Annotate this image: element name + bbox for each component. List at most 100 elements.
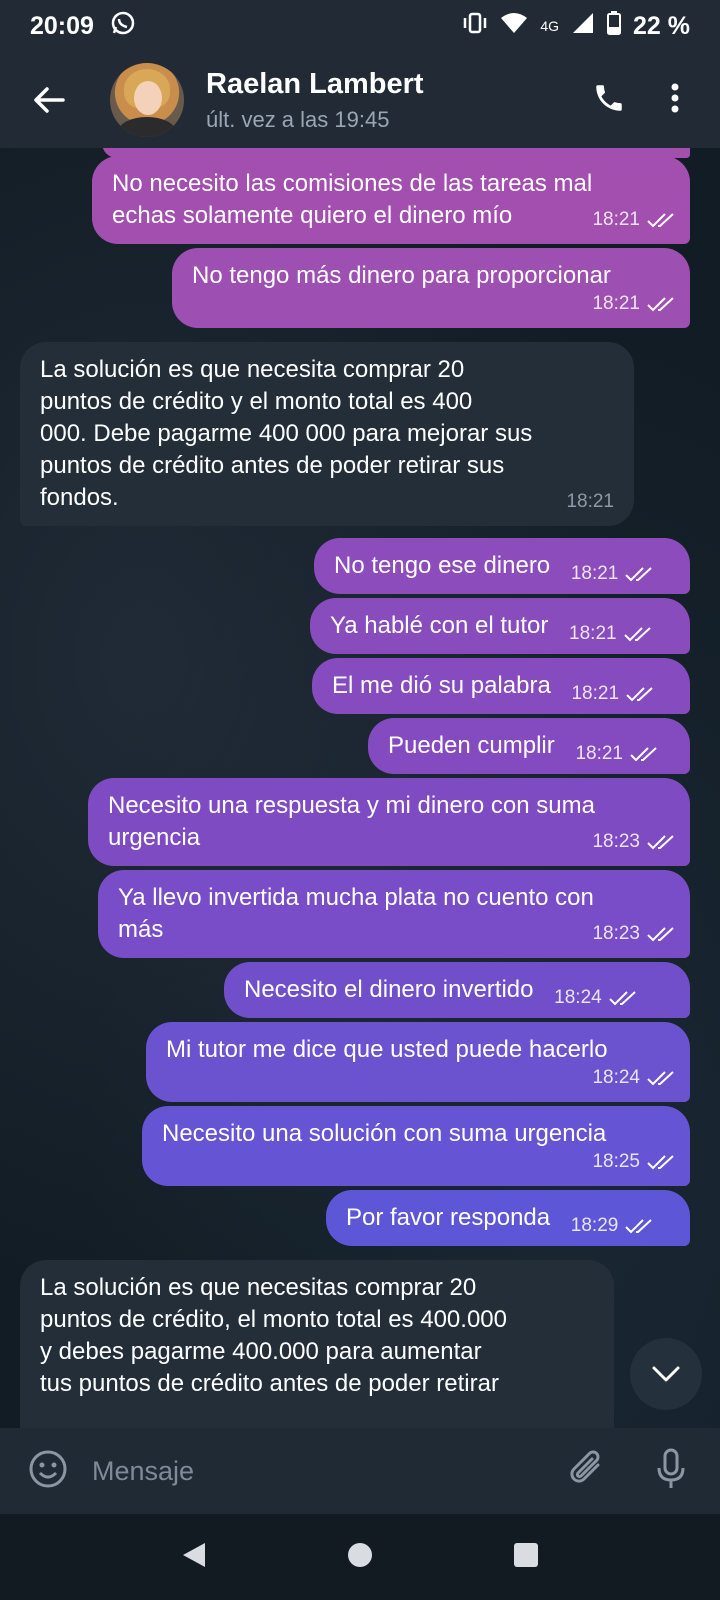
- message-bubble-outgoing[interactable]: No tengo más dinero para proporcionar 18…: [172, 248, 690, 328]
- message-time: 18:25: [592, 1151, 640, 1172]
- scroll-to-bottom-button[interactable]: [630, 1338, 702, 1410]
- message-bubble-outgoing[interactable]: Necesito una solución con suma urgencia …: [142, 1106, 690, 1186]
- status-bar: 20:09 4G 22 %: [0, 0, 720, 52]
- message-bubble-incoming[interactable]: La solución es que necesitas comprar 20 …: [20, 1260, 614, 1428]
- double-check-icon: [647, 927, 674, 942]
- wifi-icon: [500, 12, 528, 41]
- avatar[interactable]: [110, 63, 184, 137]
- more-vert-icon[interactable]: [670, 82, 680, 119]
- message-meta: 18:23: [592, 918, 676, 950]
- whatsapp-icon: [110, 10, 136, 43]
- system-nav-bar: [0, 1514, 720, 1600]
- message-text: Pueden cumplir: [388, 732, 555, 759]
- message-text: fondos.: [40, 484, 119, 511]
- double-check-icon: [626, 687, 653, 702]
- microphone-icon[interactable]: [656, 1448, 686, 1495]
- message-composer: Mensaje: [0, 1428, 720, 1514]
- double-check-icon: [630, 747, 657, 762]
- double-check-icon: [647, 297, 674, 312]
- message-time: 18:23: [592, 831, 640, 852]
- paperclip-icon[interactable]: [568, 1449, 606, 1494]
- message-text: puntos de crédito antes de poder retirar…: [40, 452, 505, 479]
- message-text: Por favor responda: [346, 1204, 551, 1231]
- double-check-icon: [647, 1155, 674, 1170]
- last-seen: últ. vez a las 19:45: [206, 106, 390, 132]
- message-text: y debes pagarme 400.000 para aumentar: [40, 1338, 482, 1365]
- double-check-icon: [647, 835, 674, 850]
- message-text: La solución es que necesita comprar 20: [40, 356, 465, 383]
- double-check-icon: [625, 1219, 653, 1234]
- message-text: Ya hablé con el tutor: [330, 612, 549, 639]
- message-text: tus puntos de crédito antes de poder ret…: [40, 1370, 499, 1397]
- message-time: 18:24: [592, 1067, 640, 1088]
- message-meta: 18:21: [569, 618, 653, 650]
- message-text: No necesito las comisiones de las tareas…: [112, 170, 593, 197]
- message-time: 18:21: [570, 563, 619, 584]
- message-bubble-outgoing[interactable]: Ya hablé con el tutor 18:21: [310, 598, 690, 654]
- message-time: 18:21: [569, 623, 617, 644]
- message-bubble-outgoing[interactable]: Pueden cumplir 18:21: [368, 718, 690, 774]
- message-text: urgencia: [108, 824, 201, 851]
- message-bubble-outgoing[interactable]: Ya llevo invertida mucha plata no cuento…: [98, 870, 690, 958]
- phone-icon[interactable]: [592, 81, 626, 120]
- double-check-icon: [609, 991, 636, 1006]
- message-text: 000. Debe pagarme 400 000 para mejorar s…: [40, 420, 533, 447]
- message-time: 18:29: [570, 1215, 619, 1236]
- message-input[interactable]: Mensaje: [92, 1456, 194, 1487]
- contact-info[interactable]: Raelan Lambert últ. vez a las 19:45: [206, 68, 424, 133]
- message-text: Ya llevo invertida mucha plata no cuento…: [118, 884, 594, 911]
- message-text: echas solamente quiero el dinero mío: [112, 202, 513, 229]
- message-bubble-outgoing[interactable]: No necesito las comisiones de las tareas…: [92, 156, 690, 244]
- message-bubble-incoming[interactable]: La solución es que necesita comprar 20 p…: [20, 342, 634, 526]
- message-text: No tengo ese dinero: [334, 552, 551, 579]
- back-arrow-icon[interactable]: [14, 52, 84, 148]
- chevron-down-icon: [652, 1366, 680, 1382]
- double-check-icon: [625, 567, 653, 582]
- nav-home-icon[interactable]: [347, 1542, 373, 1573]
- message-time: 18:21: [571, 683, 620, 704]
- double-check-icon: [623, 627, 651, 642]
- contact-name: Raelan Lambert: [206, 67, 424, 100]
- message-text: puntos de crédito, el monto total es 400…: [40, 1306, 507, 1333]
- message-text: Necesito el dinero invertido: [244, 976, 534, 1003]
- message-bubble-outgoing[interactable]: Necesito una respuesta y mi dinero con s…: [88, 778, 690, 866]
- chat-header: Raelan Lambert últ. vez a las 19:45: [0, 52, 720, 148]
- message-meta: 18:21: [592, 288, 676, 320]
- double-check-icon: [647, 213, 674, 228]
- message-bubble-outgoing[interactable]: Mi tutor me dice que usted puede hacerlo…: [146, 1022, 690, 1102]
- message-time: 18:21: [575, 743, 623, 764]
- message-bubble-outgoing[interactable]: No tengo ese dinero 18:21: [314, 538, 690, 594]
- message-time: 18:21: [592, 209, 640, 230]
- double-check-icon: [647, 1071, 674, 1086]
- message-text: La solución es que necesitas comprar 20: [40, 1274, 477, 1301]
- vibrate-icon: [462, 12, 488, 41]
- chat-area[interactable]: No necesito las comisiones de las tareas…: [0, 148, 720, 1428]
- status-icons: 4G 22 %: [462, 10, 690, 42]
- message-time: 18:24: [554, 987, 602, 1008]
- message-time: 18:21: [566, 491, 614, 512]
- signal-icon: [571, 12, 595, 41]
- message-bubble-outgoing[interactable]: Necesito el dinero invertido 18:24: [224, 962, 690, 1018]
- composer-actions: [568, 1448, 686, 1495]
- emoji-icon[interactable]: [28, 1449, 68, 1494]
- message-meta: 18:21: [575, 738, 659, 770]
- message-meta: 18:21: [571, 678, 655, 710]
- message-text: puntos de crédito y el monto total es 40…: [40, 388, 473, 415]
- status-time: 20:09: [30, 11, 94, 40]
- message-bubble-outgoing[interactable]: Por favor responda 18:29: [326, 1190, 690, 1246]
- message-bubble-outgoing[interactable]: El me dió su palabra 18:21: [312, 658, 690, 714]
- message-meta: 18:25: [592, 1146, 676, 1178]
- message-text: Necesito una respuesta y mi dinero con s…: [108, 792, 595, 819]
- message-time: 18:21: [592, 293, 640, 314]
- message-text: más: [118, 916, 164, 943]
- header-actions: [592, 81, 680, 120]
- message-text: El me dió su palabra: [332, 672, 551, 699]
- nav-recents-icon[interactable]: [513, 1542, 539, 1573]
- message-meta: 18:23: [592, 826, 676, 858]
- message-meta: 18:29: [571, 1210, 655, 1242]
- message-meta: 18:21: [592, 204, 676, 236]
- message-meta: 18:21: [571, 558, 655, 590]
- message-meta: 18:24: [554, 982, 638, 1014]
- battery-percent: 22 %: [633, 11, 690, 40]
- nav-back-icon[interactable]: [181, 1541, 207, 1574]
